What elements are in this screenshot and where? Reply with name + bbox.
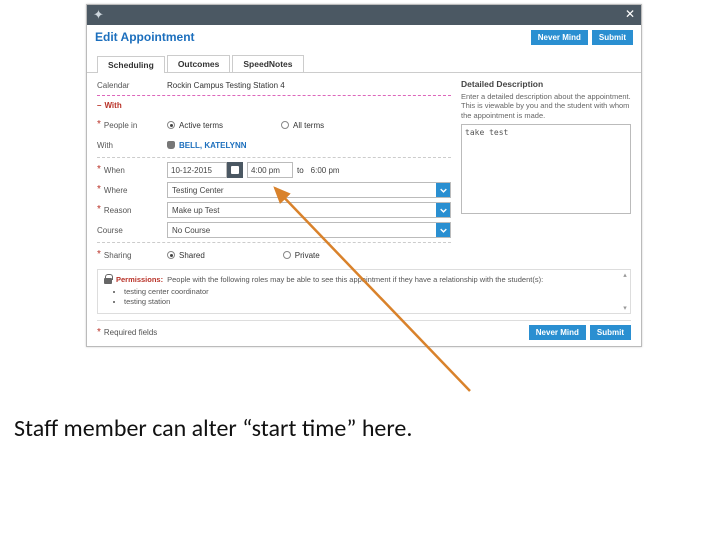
tab-outcomes[interactable]: Outcomes xyxy=(167,55,231,72)
required-icon: * xyxy=(97,205,101,215)
lock-icon xyxy=(104,274,112,284)
annotation-caption: Staff member can alter “start time” here… xyxy=(14,414,412,443)
end-time-input[interactable] xyxy=(308,162,354,178)
all-terms-label: All terms xyxy=(293,121,324,130)
submit-button[interactable]: Submit xyxy=(592,30,633,45)
chevron-down-icon xyxy=(436,183,450,197)
where-label: Where xyxy=(104,186,128,195)
dialog-titlebar: ✦ ✕ xyxy=(87,5,641,25)
active-terms-label: Active terms xyxy=(179,121,223,130)
required-icon: * xyxy=(97,250,101,260)
course-label: Course xyxy=(97,226,123,235)
with-person-link[interactable]: BELL, KATELYNN xyxy=(179,141,247,150)
reason-select[interactable]: Make up Test xyxy=(167,202,451,218)
reason-value: Make up Test xyxy=(172,206,219,215)
sharing-label: Sharing xyxy=(104,251,132,260)
scroll-up-icon[interactable]: ▴ xyxy=(623,271,627,279)
date-input[interactable] xyxy=(167,162,227,178)
reason-label: Reason xyxy=(104,206,132,215)
tabs: Scheduling Outcomes SpeedNotes xyxy=(87,49,641,73)
person-icon xyxy=(167,141,175,149)
appointment-dialog: ✦ ✕ Edit Appointment Never Mind Submit S… xyxy=(86,4,642,347)
tab-speednotes[interactable]: SpeedNotes xyxy=(232,55,303,72)
where-select[interactable]: Testing Center xyxy=(167,182,451,198)
dialog-title: Edit Appointment xyxy=(95,30,195,44)
to-label: to xyxy=(297,166,304,175)
private-label: Private xyxy=(295,251,320,260)
description-panel: Detailed Description Enter a detailed de… xyxy=(461,75,631,265)
star-icon: ✦ xyxy=(93,7,104,23)
shared-label: Shared xyxy=(179,251,205,260)
submit-button[interactable]: Submit xyxy=(590,325,631,340)
shared-radio[interactable] xyxy=(167,251,175,259)
calendar-label: Calendar xyxy=(97,81,129,90)
all-terms-radio[interactable] xyxy=(281,121,289,129)
required-icon: * xyxy=(97,120,101,130)
required-icon: * xyxy=(97,328,101,338)
chevron-down-icon xyxy=(436,203,450,217)
private-radio[interactable] xyxy=(283,251,291,259)
minus-icon[interactable]: – xyxy=(97,101,101,110)
start-time-input[interactable] xyxy=(247,162,293,178)
nevermind-button[interactable]: Never Mind xyxy=(531,30,588,45)
description-textarea[interactable]: take test xyxy=(461,124,631,214)
with-label: With xyxy=(97,141,113,150)
dialog-header: Edit Appointment Never Mind Submit xyxy=(87,25,641,49)
with-section-label: With xyxy=(104,101,121,110)
required-icon: * xyxy=(97,165,101,175)
description-title: Detailed Description xyxy=(461,79,631,89)
divider xyxy=(97,242,451,243)
calendar-value: Rockin Campus Testing Station 4 xyxy=(167,81,285,90)
description-help: Enter a detailed description about the a… xyxy=(461,92,631,120)
scroll-down-icon[interactable]: ▾ xyxy=(623,304,627,312)
divider xyxy=(97,157,451,158)
close-icon[interactable]: ✕ xyxy=(625,7,635,21)
form-column: Calendar Rockin Campus Testing Station 4… xyxy=(97,75,451,265)
perm-item: testing station xyxy=(124,297,624,306)
dialog-footer: *Required fields Never Mind Submit xyxy=(87,321,641,346)
course-value: No Course xyxy=(172,226,210,235)
chevron-down-icon xyxy=(436,223,450,237)
people-in-label: People in xyxy=(104,121,137,130)
permissions-box: Permissions: People with the following r… xyxy=(97,269,631,314)
permissions-title: Permissions: xyxy=(116,275,163,284)
calendar-icon[interactable] xyxy=(227,162,243,178)
where-value: Testing Center xyxy=(172,186,224,195)
required-icon: * xyxy=(97,185,101,195)
perm-item: testing center coordinator xyxy=(124,287,624,296)
nevermind-button[interactable]: Never Mind xyxy=(529,325,586,340)
when-label: When xyxy=(104,166,125,175)
permissions-text: People with the following roles may be a… xyxy=(167,275,543,284)
course-select[interactable]: No Course xyxy=(167,222,451,238)
required-note: Required fields xyxy=(104,328,157,337)
tab-scheduling[interactable]: Scheduling xyxy=(97,56,165,73)
active-terms-radio[interactable] xyxy=(167,121,175,129)
scrollbar[interactable]: ▴ ▾ xyxy=(621,271,629,312)
